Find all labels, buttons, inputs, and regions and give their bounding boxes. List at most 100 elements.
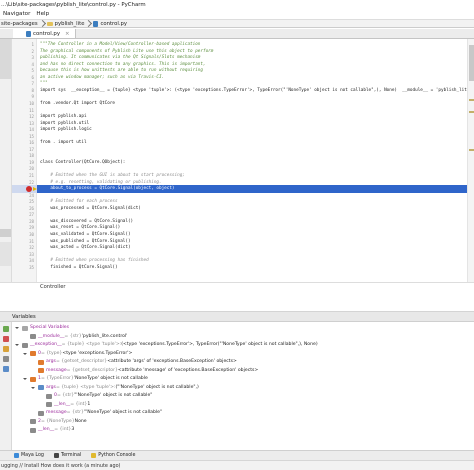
bottom-tool-tabs: Maya Log Terminal Python Console bbox=[0, 450, 474, 460]
variable-name: __exception__ bbox=[30, 342, 62, 347]
variable-row[interactable]: Special Variables bbox=[15, 324, 69, 332]
code-line[interactable]: class Controller(QtCore.QObject): bbox=[40, 160, 125, 166]
code-line[interactable]: because this is how unittests are able t… bbox=[40, 68, 203, 74]
variable-row[interactable]: args = {getset_descriptor} <attribute 'a… bbox=[31, 358, 237, 366]
line-number: 8 bbox=[31, 87, 34, 93]
tab-terminal[interactable]: Terminal bbox=[53, 453, 81, 458]
expand-toggle-icon[interactable] bbox=[15, 327, 19, 329]
breadcrumb-item-control-py[interactable]: control.py bbox=[100, 21, 127, 27]
variable-row[interactable]: message = {str} "'NoneType' object is no… bbox=[31, 409, 162, 417]
editor-tab-bar: control.py × bbox=[0, 29, 474, 39]
variable-name: args bbox=[46, 384, 56, 390]
variable-row[interactable]: 0 = {str} "'NoneType' object is not call… bbox=[39, 392, 152, 400]
breadcrumb-item-site-packages[interactable]: site-packages bbox=[1, 21, 38, 27]
code-line[interactable]: publishing. It communicates via the Qt S… bbox=[40, 55, 200, 61]
menu-item-navigator[interactable]: Navigator bbox=[0, 11, 33, 17]
maya-log-icon bbox=[14, 453, 19, 458]
variable-row[interactable]: args = {tuple} <type 'tuple'>: ("'NoneTy… bbox=[31, 384, 199, 392]
code-line[interactable]: # Emitted when processing has finished bbox=[40, 258, 148, 264]
editor-scrollbar[interactable] bbox=[467, 39, 474, 282]
variable-row[interactable]: __module__ = {str} 'pyblish_lite.control… bbox=[23, 333, 127, 341]
code-line[interactable]: import pyblish.logic bbox=[40, 127, 92, 133]
view-breakpoints-icon[interactable] bbox=[3, 346, 9, 352]
variable-row[interactable]: message = {getset_descriptor} <attribute… bbox=[31, 367, 258, 375]
code-line[interactable]: import pyblish.util bbox=[40, 121, 89, 127]
scroll-marker[interactable] bbox=[469, 99, 474, 101]
menu-item-help[interactable]: Help bbox=[33, 11, 52, 17]
status-bar: ugging // Install How does it work (a mi… bbox=[0, 460, 474, 470]
line-number: 20 bbox=[29, 166, 34, 172]
variable-type-icon bbox=[46, 402, 52, 407]
line-number: 21 bbox=[29, 173, 34, 178]
variable-value: "'NoneType' object is not callable" bbox=[74, 393, 153, 398]
code-line[interactable]: and has no direct connection to any grap… bbox=[40, 62, 206, 68]
variable-name: __len__ bbox=[54, 401, 71, 407]
code-line[interactable]: was_validated = QtCore.Signal() bbox=[40, 232, 130, 238]
code-line[interactable]: from . import util bbox=[40, 140, 87, 146]
code-context-breadcrumb[interactable]: Controller bbox=[0, 282, 474, 291]
line-number: 4 bbox=[31, 61, 34, 67]
variable-name: __len__ bbox=[38, 427, 55, 432]
project-tool-tab[interactable] bbox=[0, 39, 11, 79]
tab-maya-log[interactable]: Maya Log bbox=[14, 453, 44, 458]
variable-type-icon bbox=[22, 342, 28, 348]
code-line[interactable]: an active window manager; such as via Tr… bbox=[40, 75, 164, 81]
variable-name: __module__ bbox=[38, 333, 65, 339]
variable-type-icon bbox=[30, 376, 36, 382]
code-line[interactable]: # e.g. resetting, validating or publishi… bbox=[40, 180, 161, 186]
tab-control-py[interactable]: control.py × bbox=[13, 29, 76, 38]
line-number: 33 bbox=[29, 251, 34, 257]
variable-type: = {str} bbox=[66, 410, 84, 415]
close-icon[interactable]: × bbox=[65, 31, 70, 37]
variable-type-icon bbox=[30, 351, 36, 356]
variable-type: = {getset_descriptor} bbox=[66, 367, 118, 373]
code-line[interactable]: """ bbox=[40, 81, 48, 87]
code-line[interactable]: import sys __exception__ = {tuple} <type… bbox=[40, 88, 474, 94]
tab-label: control.py bbox=[33, 30, 61, 37]
code-editor[interactable]: """The Controller in a Model/View/Contro… bbox=[37, 39, 474, 282]
code-line[interactable]: The graphical components of Pyblish Lite… bbox=[40, 49, 213, 55]
code-line[interactable]: import pyblish.api bbox=[40, 114, 87, 120]
code-line[interactable]: from .vendor.Qt import QtCore bbox=[40, 101, 115, 107]
line-number-gutter[interactable]: 1234567891011121314151617181920212223242… bbox=[12, 39, 37, 282]
code-line[interactable]: was_acted = QtCore.Signal(dict) bbox=[40, 245, 130, 251]
expand-toggle-icon[interactable] bbox=[15, 344, 19, 346]
variable-row[interactable]: __exception__ = {tuple} <type 'tuple'>: … bbox=[15, 341, 318, 349]
favorites-tool-tab[interactable] bbox=[0, 242, 11, 266]
python-console-icon bbox=[91, 453, 97, 458]
variable-row[interactable]: 0 = {type} <type 'exceptions.TypeError'> bbox=[23, 350, 132, 358]
scroll-marker[interactable] bbox=[469, 149, 474, 151]
tab-python-console[interactable]: Python Console bbox=[91, 453, 135, 458]
code-line[interactable]: # Emitted for each process bbox=[40, 199, 117, 205]
code-line[interactable]: was_processed = QtCore.Signal(dict) bbox=[40, 206, 141, 212]
expand-toggle-icon[interactable] bbox=[31, 386, 35, 389]
variable-row[interactable]: __len__ = {int} 3 bbox=[23, 426, 74, 434]
structure-tool-tab[interactable] bbox=[0, 229, 11, 237]
line-number: 31 bbox=[29, 238, 34, 244]
variable-type: = {int} bbox=[54, 427, 72, 432]
scroll-marker[interactable] bbox=[469, 111, 474, 113]
variable-type-icon bbox=[46, 393, 52, 399]
code-line[interactable]: """The Controller in a Model/View/Contro… bbox=[40, 42, 200, 48]
breadcrumb-item-pyblish-lite[interactable]: pyblish_lite bbox=[55, 21, 85, 27]
line-number: 11 bbox=[29, 107, 34, 113]
variable-value: ("'NoneType' object is not callable",) bbox=[115, 384, 199, 390]
variable-row[interactable]: 2 = {NoneType} None bbox=[23, 418, 87, 426]
code-line[interactable]: was_reset = QtCore.Signal() bbox=[40, 225, 120, 231]
code-line[interactable]: finished = QtCore.Signal() bbox=[40, 265, 117, 271]
variable-row[interactable]: 1 = {TypeError} 'NoneType' object is not… bbox=[23, 375, 148, 383]
mute-breakpoints-icon[interactable] bbox=[3, 356, 9, 362]
line-number: 30 bbox=[29, 231, 34, 237]
code-line[interactable]: about_to_process = QtCore.Signal(object,… bbox=[40, 186, 174, 192]
terminal-icon bbox=[53, 453, 59, 458]
stop-icon[interactable] bbox=[3, 336, 9, 342]
code-line[interactable]: # Emitted when the GUI is about to start… bbox=[40, 173, 185, 179]
variable-row[interactable]: __len__ = {int} 1 bbox=[39, 401, 90, 409]
expand-toggle-icon[interactable] bbox=[23, 352, 27, 355]
code-line[interactable]: was_published = QtCore.Signal() bbox=[40, 239, 130, 245]
code-line[interactable]: was_discovered = QtCore.Signal() bbox=[40, 219, 133, 225]
settings-icon[interactable] bbox=[3, 366, 9, 372]
expand-toggle-icon[interactable] bbox=[23, 378, 27, 380]
resume-icon[interactable] bbox=[3, 326, 9, 332]
scrollbar-thumb[interactable] bbox=[469, 45, 474, 81]
